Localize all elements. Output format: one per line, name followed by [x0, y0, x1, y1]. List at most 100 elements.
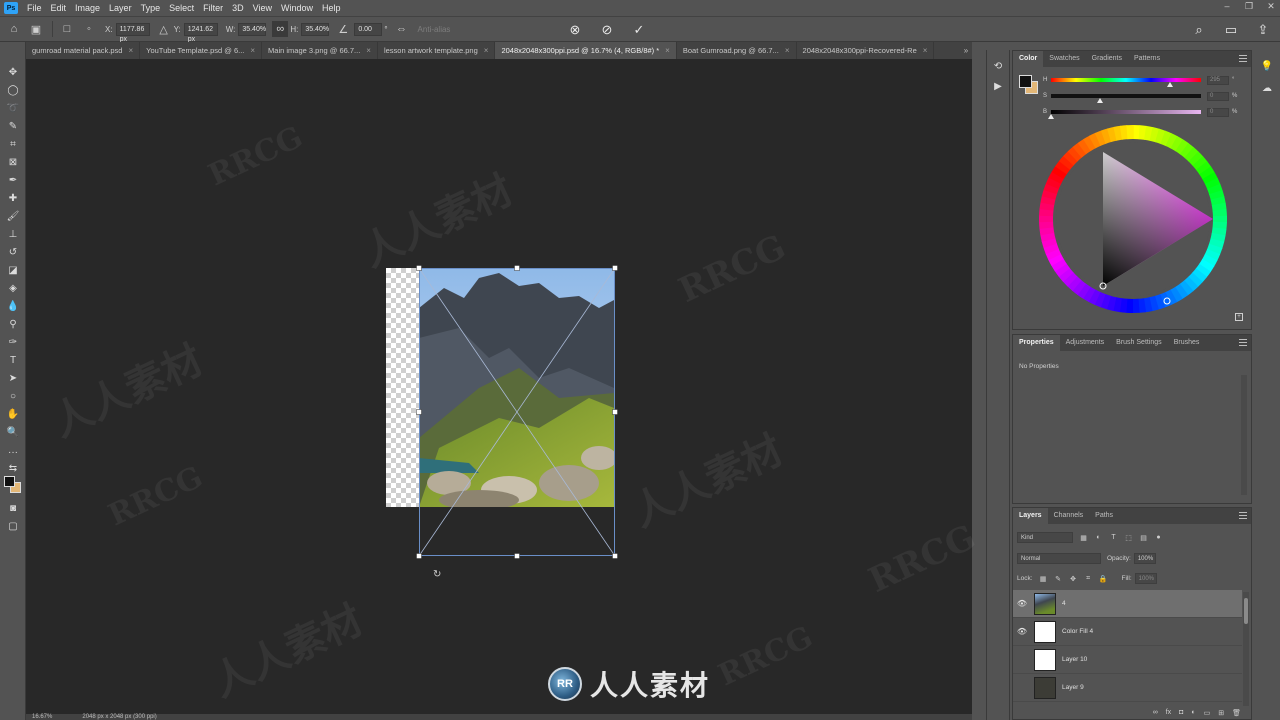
transform-tool-icon[interactable]: ▣: [28, 21, 44, 37]
menu-window[interactable]: Window: [281, 3, 313, 13]
type-tool-icon[interactable]: T: [5, 352, 21, 368]
close-tab-icon[interactable]: ×: [366, 46, 371, 55]
mask-icon[interactable]: ◘: [1179, 709, 1183, 719]
tab-patterns[interactable]: Patterns: [1128, 51, 1166, 67]
menu-view[interactable]: View: [253, 3, 272, 13]
default-colors-icon[interactable]: ⇆: [5, 460, 21, 476]
menu-filter[interactable]: Filter: [203, 3, 223, 13]
tab-layers[interactable]: Layers: [1013, 508, 1048, 524]
lock-pixels-icon[interactable]: ✎: [1054, 574, 1063, 583]
tab-document-5[interactable]: Boat Gumroad.png @ 66.7... ×: [676, 42, 797, 59]
tab-color[interactable]: Color: [1013, 51, 1044, 67]
tab-swatches[interactable]: Swatches: [1043, 51, 1085, 67]
commit-transform-icon[interactable]: ✓: [630, 21, 648, 39]
tab-document-1[interactable]: YouTube Template.psd @ 6... ×: [140, 42, 263, 59]
menu-select[interactable]: Select: [169, 3, 194, 13]
healing-brush-tool-icon[interactable]: ✚: [5, 190, 21, 206]
layer-row-layer-9[interactable]: Layer 9: [1013, 674, 1242, 702]
menu-file[interactable]: File: [27, 3, 42, 13]
tab-document-6[interactable]: 2048x2048x300ppi-Recovered-Re ×: [796, 42, 935, 59]
lock-artboard-icon[interactable]: ⌗: [1084, 574, 1093, 583]
type-filter-icon[interactable]: T: [1109, 533, 1118, 542]
close-tab-icon[interactable]: ×: [250, 46, 255, 55]
hue-ring-segment[interactable]: [1132, 298, 1140, 313]
warp-mode-icon[interactable]: ⊗: [566, 21, 584, 39]
tab-document-3[interactable]: lesson artwork template.png ×: [377, 42, 496, 59]
cancel-transform-icon[interactable]: ⊘: [598, 21, 616, 39]
marquee-tool-icon[interactable]: ◯: [5, 82, 21, 98]
move-tool-icon[interactable]: ✥: [5, 64, 21, 80]
search-icon[interactable]: ⌕: [1190, 21, 1208, 39]
close-icon[interactable]: ✕: [1266, 1, 1276, 11]
zoom-level[interactable]: 16.67%: [32, 714, 52, 720]
hue-knob[interactable]: [1167, 82, 1173, 87]
hand-tool-icon[interactable]: ✋: [5, 406, 21, 422]
menu-image[interactable]: Image: [75, 3, 100, 13]
tab-properties[interactable]: Properties: [1013, 335, 1060, 351]
tab-channels[interactable]: Channels: [1048, 508, 1090, 524]
crop-tool-icon[interactable]: ⌗: [5, 136, 21, 152]
history-panel-icon[interactable]: ⟲: [990, 58, 1006, 74]
properties-scrollbar[interactable]: [1241, 375, 1247, 495]
frame-tool-icon[interactable]: ⊠: [5, 154, 21, 170]
smart-object-filter-icon[interactable]: ▤: [1139, 533, 1148, 542]
hue-ring-segment[interactable]: [1126, 125, 1134, 140]
learn-icon[interactable]: 💡: [1259, 58, 1275, 74]
fx-icon[interactable]: fx: [1166, 709, 1171, 719]
eraser-tool-icon[interactable]: ◪: [5, 262, 21, 278]
h-field[interactable]: 35.40%: [301, 22, 330, 36]
eye-icon[interactable]: 👁: [1013, 599, 1031, 608]
close-tab-icon[interactable]: ×: [665, 46, 670, 55]
workspace-icon[interactable]: ▭: [1222, 21, 1240, 39]
adjustment-icon[interactable]: ◐: [1191, 709, 1195, 719]
shape-filter-icon[interactable]: ⬚: [1124, 533, 1133, 542]
expand-icon[interactable]: +: [1235, 313, 1243, 321]
trash-icon[interactable]: 🗑: [1232, 709, 1241, 719]
opacity-field[interactable]: 100%: [1133, 553, 1156, 564]
layer-kind-filter[interactable]: Kind: [1017, 532, 1073, 543]
close-tab-icon[interactable]: ×: [923, 46, 928, 55]
brightness-knob[interactable]: [1048, 114, 1054, 119]
lock-all-icon[interactable]: 🔒: [1099, 574, 1108, 583]
menu-type[interactable]: Type: [141, 3, 161, 13]
layers-scrollbar[interactable]: [1243, 592, 1249, 706]
transform-bounding-box[interactable]: [416, 265, 618, 559]
restore-icon[interactable]: ❐: [1244, 1, 1254, 11]
canvas-area[interactable]: ↻ RRCG 人人素材 RRCG 人人素材 RRCG 人人素材 人人素材 RRC…: [26, 59, 982, 714]
quick-select-tool-icon[interactable]: ✎: [5, 118, 21, 134]
tab-adjustments[interactable]: Adjustments: [1060, 335, 1111, 351]
saturation-value[interactable]: 0: [1207, 91, 1229, 101]
layer-row-layer-10[interactable]: Layer 10: [1013, 646, 1242, 674]
gradient-tool-icon[interactable]: ◈: [5, 280, 21, 296]
lock-position-icon[interactable]: ✥: [1069, 574, 1078, 583]
adjustment-filter-icon[interactable]: ◐: [1094, 533, 1103, 542]
layer-name[interactable]: Color Fill 4: [1062, 628, 1093, 635]
saturation-slider[interactable]: [1051, 94, 1201, 103]
dodge-tool-icon[interactable]: ⚲: [5, 316, 21, 332]
panel-menu-icon[interactable]: [1239, 55, 1247, 62]
hue-value[interactable]: 295: [1207, 75, 1229, 85]
new-layer-icon[interactable]: ⊞: [1218, 709, 1224, 719]
pen-tool-icon[interactable]: ✑: [5, 334, 21, 350]
tab-brush-settings[interactable]: Brush Settings: [1110, 335, 1168, 351]
lasso-tool-icon[interactable]: ➰: [5, 100, 21, 116]
layer-row-color-fill-4[interactable]: 👁 Color Fill 4: [1013, 618, 1242, 646]
tab-brushes[interactable]: Brushes: [1168, 335, 1206, 351]
tab-overflow-icon[interactable]: »: [960, 42, 972, 59]
lock-transparency-icon[interactable]: ▦: [1039, 574, 1048, 583]
reference-point-icon[interactable]: □: [59, 21, 75, 37]
eye-icon[interactable]: 👁: [1013, 627, 1031, 636]
layer-name[interactable]: Layer 9: [1062, 684, 1084, 691]
tab-document-4[interactable]: 2048x2048x300ppi.psd @ 16.7% (4, RGB/8#)…: [495, 42, 677, 59]
eyedropper-tool-icon[interactable]: ✒: [5, 172, 21, 188]
blur-tool-icon[interactable]: 💧: [5, 298, 21, 314]
minimize-icon[interactable]: –: [1222, 1, 1232, 11]
pixel-filter-icon[interactable]: ▦: [1079, 533, 1088, 542]
tab-document-0[interactable]: gumroad material pack.psd ×: [26, 42, 141, 59]
layer-name[interactable]: Layer 10: [1062, 656, 1087, 663]
share-icon[interactable]: ⇪: [1254, 21, 1272, 39]
clone-stamp-tool-icon[interactable]: ⊥: [5, 226, 21, 242]
shape-tool-icon[interactable]: ○: [5, 388, 21, 404]
angle-field[interactable]: 0.00: [354, 22, 383, 36]
zoom-tool-icon[interactable]: 🔍: [5, 424, 21, 440]
